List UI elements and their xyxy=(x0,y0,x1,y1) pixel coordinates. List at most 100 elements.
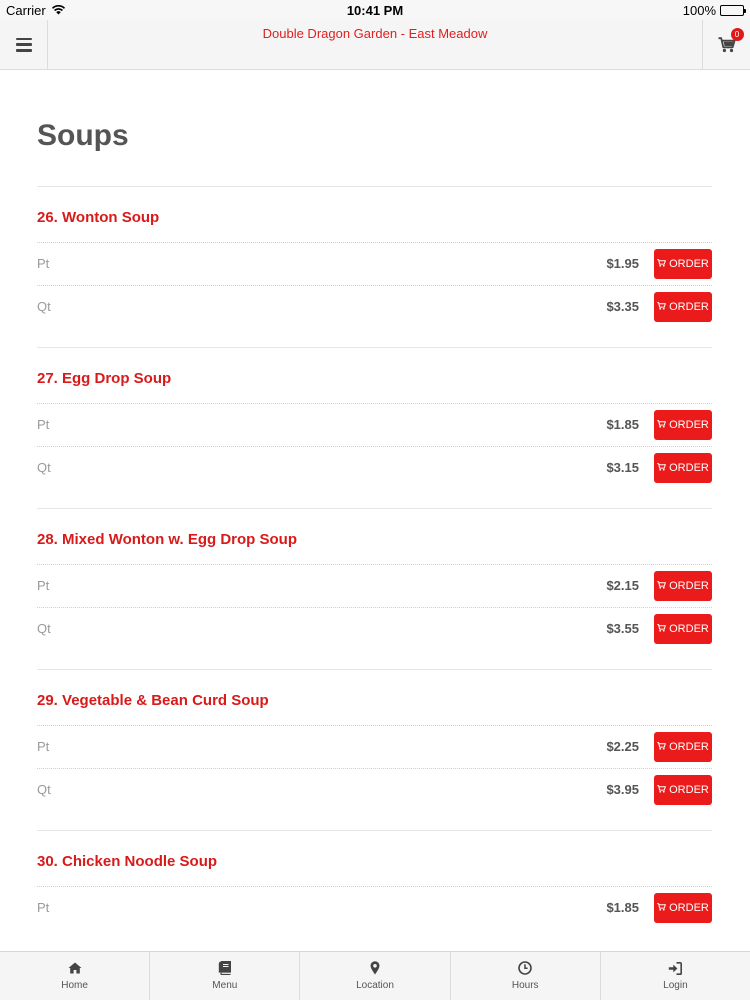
menu-item-list: 26. Wonton Soup Pt $1.95 ORDER Qt $3.35 ORDER 2… xyxy=(37,208,712,929)
menu-item-options: Pt $2.15 ORDER Qt $3.55 ORDER xyxy=(37,564,712,650)
option-price: $3.35 xyxy=(606,299,639,314)
option-size: Qt xyxy=(37,460,51,475)
cart-icon xyxy=(657,301,667,313)
order-button[interactable]: ORDER xyxy=(654,732,712,762)
option-price: $3.95 xyxy=(606,782,639,797)
cart-icon xyxy=(657,462,667,474)
cart-button[interactable]: 0 xyxy=(702,20,750,69)
option-row: Pt $2.15 ORDER xyxy=(37,564,712,607)
option-size: Pt xyxy=(37,900,50,915)
tab-login-label: Login xyxy=(663,980,688,991)
option-size: Qt xyxy=(37,299,51,314)
order-button-label: ORDER xyxy=(669,301,709,313)
cart-icon xyxy=(657,741,667,753)
order-button[interactable]: ORDER xyxy=(654,614,712,644)
option-price: $3.55 xyxy=(606,621,639,636)
home-icon xyxy=(68,961,82,975)
option-size: Qt xyxy=(37,782,51,797)
order-button[interactable]: ORDER xyxy=(654,453,712,483)
order-button[interactable]: ORDER xyxy=(654,249,712,279)
cart-icon xyxy=(657,580,667,592)
menu-item: 26. Wonton Soup Pt $1.95 ORDER Qt $3.35 ORDER xyxy=(37,208,712,348)
page-title: Soups xyxy=(37,119,129,152)
option-size: Pt xyxy=(37,739,50,754)
order-button[interactable]: ORDER xyxy=(654,292,712,322)
menu-item-name: 26. Wonton Soup xyxy=(37,209,160,226)
hamburger-icon xyxy=(15,37,32,52)
option-price: $3.15 xyxy=(606,460,639,475)
option-row: Qt $3.95 ORDER xyxy=(37,768,712,811)
order-button[interactable]: ORDER xyxy=(654,571,712,601)
menu-item: 28. Mixed Wonton w. Egg Drop Soup Pt $2.15… xyxy=(37,530,712,670)
cart-icon xyxy=(657,419,667,431)
option-price: $1.85 xyxy=(606,900,639,915)
cart-icon xyxy=(657,784,667,796)
menu-item-options: Pt $1.85 ORDER Qt $3.15 ORDER xyxy=(37,403,712,489)
order-button[interactable]: ORDER xyxy=(654,893,712,923)
status-bar: Carrier 10:41 PM 100% xyxy=(0,0,750,20)
option-size: Pt xyxy=(37,256,50,271)
menu-content: Soups 26. Wonton Soup Pt $1.95 ORDER Qt $3.35… xyxy=(37,71,712,929)
cart-icon xyxy=(657,623,667,635)
status-right: 100% xyxy=(682,3,746,18)
tab-hours-label: Hours xyxy=(511,980,539,991)
divider xyxy=(37,508,712,509)
option-price: $1.85 xyxy=(606,417,639,432)
order-button[interactable]: ORDER xyxy=(654,775,712,805)
option-row: Pt $1.85 ORDER xyxy=(37,886,712,929)
menu-item-name: 29. Vegetable & Bean Curd Soup xyxy=(37,692,269,709)
order-button-label: ORDER xyxy=(669,784,709,796)
option-size: Pt xyxy=(37,417,50,432)
menu-item: 29. Vegetable & Bean Curd Soup Pt $2.25 ORD… xyxy=(37,691,712,831)
option-row: Pt $1.85 ORDER xyxy=(37,403,712,446)
order-button[interactable]: ORDER xyxy=(654,410,712,440)
tab-home[interactable]: Home xyxy=(0,952,151,1000)
map-marker-icon xyxy=(370,961,380,975)
option-row: Pt $2.25 ORDER xyxy=(37,725,712,768)
option-size: Pt xyxy=(37,578,50,593)
sign-in-icon xyxy=(668,961,683,975)
divider xyxy=(37,830,712,831)
menu-item-options: Pt $2.25 ORDER Qt $3.95 ORDER xyxy=(37,725,712,811)
menu-item-name: 27. Egg Drop Soup xyxy=(37,370,172,387)
option-price: $2.15 xyxy=(606,578,639,593)
menu-item: 30. Chicken Noodle Soup Pt $1.85 ORDER xyxy=(37,852,712,929)
menu-item-options: Pt $1.85 ORDER xyxy=(37,886,712,929)
tab-login[interactable]: Login xyxy=(601,952,750,1000)
cart-icon xyxy=(657,902,667,914)
option-row: Pt $1.95 ORDER xyxy=(37,242,712,285)
restaurant-title: Double Dragon Garden - East Meadow xyxy=(262,26,488,41)
divider xyxy=(37,186,712,187)
cart-icon xyxy=(657,258,667,270)
menu-item-name: 30. Chicken Noodle Soup xyxy=(37,853,218,870)
option-price: $2.25 xyxy=(606,739,639,754)
tab-menu-label: Menu xyxy=(212,980,238,991)
option-row: Qt $3.35 ORDER xyxy=(37,285,712,328)
menu-item-options: Pt $1.95 ORDER Qt $3.35 ORDER xyxy=(37,242,712,328)
option-price: $1.95 xyxy=(606,256,639,271)
menu-item: 27. Egg Drop Soup Pt $1.85 ORDER Qt $3.15 ORDE… xyxy=(37,369,712,509)
tab-location-label: Location xyxy=(356,980,394,991)
tab-menu[interactable]: Menu xyxy=(150,952,301,1000)
order-button-label: ORDER xyxy=(669,462,709,474)
battery-percent: 100% xyxy=(682,3,716,18)
menu-button[interactable] xyxy=(0,20,48,69)
order-button-label: ORDER xyxy=(669,419,709,431)
app-header: Double Dragon Garden - East Meadow 0 xyxy=(0,20,750,70)
option-row: Qt $3.55 ORDER xyxy=(37,607,712,650)
tab-hours[interactable]: Hours xyxy=(451,952,601,1000)
cart-count-badge: 0 xyxy=(730,27,744,41)
battery-icon xyxy=(720,5,746,16)
order-button-label: ORDER xyxy=(669,258,709,270)
order-button-label: ORDER xyxy=(669,902,709,914)
tab-location[interactable]: Location xyxy=(300,952,451,1000)
option-size: Qt xyxy=(37,621,51,636)
order-button-label: ORDER xyxy=(669,741,709,753)
bottom-tab-bar: Home Menu Location Hours Login xyxy=(0,951,750,1000)
tab-home-label: Home xyxy=(61,980,88,991)
option-row: Qt $3.15 ORDER xyxy=(37,446,712,489)
status-time: 10:41 PM xyxy=(346,3,404,18)
order-button-label: ORDER xyxy=(669,623,709,635)
divider xyxy=(37,347,712,348)
menu-item-name: 28. Mixed Wonton w. Egg Drop Soup xyxy=(37,531,297,548)
